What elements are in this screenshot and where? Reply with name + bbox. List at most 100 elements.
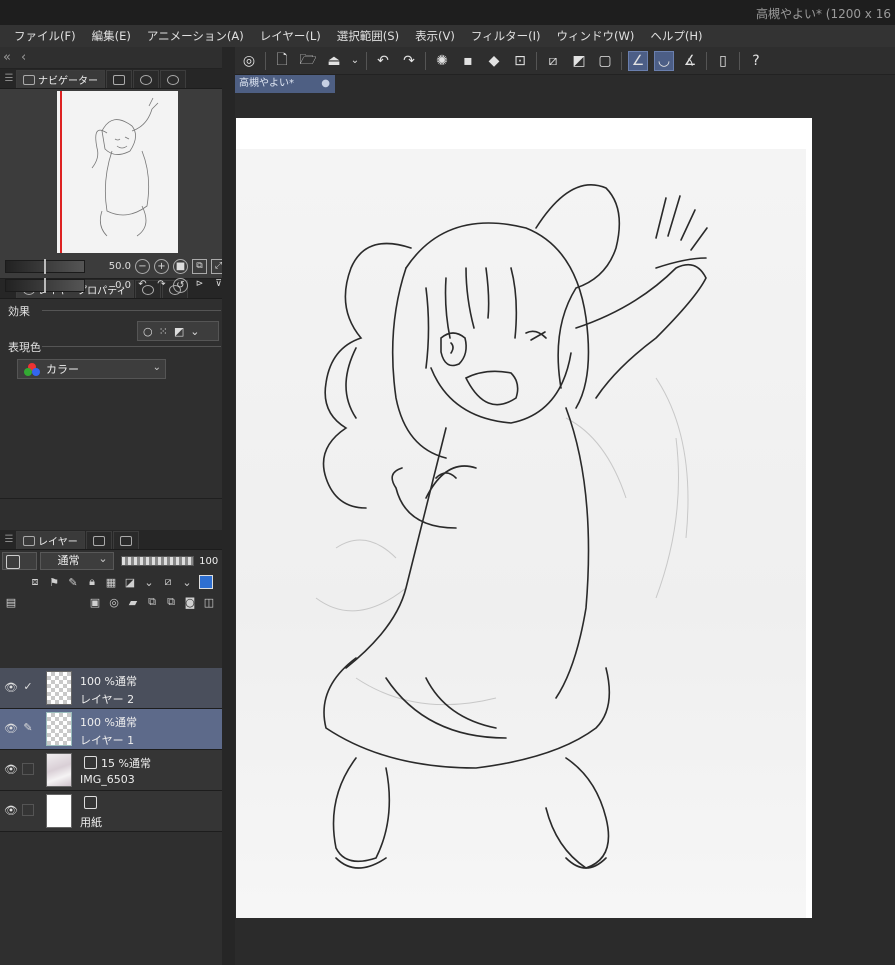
layer-color-dropdown[interactable] xyxy=(2,552,38,570)
eye-icon[interactable]: 👁︎ xyxy=(4,763,18,777)
new-raster-layer-icon[interactable]: ▣ xyxy=(88,595,102,609)
rotate-slider-knob[interactable] xyxy=(44,278,46,293)
snap-ruler-icon[interactable]: ∠ xyxy=(628,50,648,71)
close-tab-icon[interactable]: ● xyxy=(321,75,330,93)
panel-menu-icon[interactable]: ☰ xyxy=(2,534,16,549)
undo-icon[interactable]: ↶ xyxy=(373,51,393,71)
sub-view-icon xyxy=(113,74,125,85)
layer-row[interactable]: 👁︎ ✓ 100 %通常 レイヤー 2 xyxy=(0,668,222,709)
menu-filter[interactable]: フィルター(I) xyxy=(463,28,549,44)
clip-layer-icon[interactable]: ⧈ xyxy=(28,575,42,589)
blend-mode-select[interactable]: 通常 xyxy=(40,551,114,570)
lock-transparency-icon[interactable]: ▦ xyxy=(104,575,118,589)
zoom-in-icon[interactable]: + xyxy=(154,259,169,274)
save-icon[interactable]: ⏏ xyxy=(324,51,344,71)
effect-buttons[interactable]: ○ ⁙ ◩ ⌄ xyxy=(137,321,219,341)
rotate-left-icon[interactable]: ↶ xyxy=(135,278,150,293)
tab-sub-view[interactable] xyxy=(106,70,132,88)
rotate-slider[interactable] xyxy=(5,278,85,293)
reference-layer-icon[interactable]: ⚑ xyxy=(47,575,61,589)
lock-icon[interactable]: 🔒︎ xyxy=(85,575,99,589)
navigator-preview[interactable] xyxy=(57,91,178,253)
tab-material[interactable] xyxy=(133,70,159,88)
left-panel-scrollbar[interactable] xyxy=(222,47,235,965)
zoom-out-icon[interactable]: − xyxy=(135,259,150,274)
transfer-down-icon[interactable]: ⧉ xyxy=(145,595,159,609)
document-tab[interactable]: 高槻やよい* ● xyxy=(235,75,335,93)
tab-layer-search[interactable] xyxy=(85,531,112,549)
tab-info[interactable] xyxy=(160,70,186,88)
check-icon[interactable]: ✓ xyxy=(22,681,34,693)
rotate-reset-icon[interactable]: ↺ xyxy=(173,278,188,293)
layer-row[interactable]: 👁︎ 15 %通常 IMG_6503 xyxy=(0,750,222,791)
border-effect-icon[interactable]: ○ xyxy=(143,325,153,338)
layer-list-toggle-icon[interactable]: ▤ xyxy=(4,595,18,609)
mask-dropdown-icon[interactable]: ⌄ xyxy=(142,575,156,589)
ruler-dropdown-icon[interactable]: ⌄ xyxy=(180,575,194,589)
ruler-icon[interactable]: ⧄ xyxy=(161,575,175,589)
eye-icon[interactable]: 👁︎ xyxy=(4,722,18,736)
transform-icon[interactable]: ⊡ xyxy=(510,51,530,71)
layer-checkbox[interactable] xyxy=(22,804,34,816)
save-dropdown-icon[interactable]: ⌄ xyxy=(350,51,360,71)
fill-icon[interactable]: ◆ xyxy=(484,51,504,71)
tab-layer[interactable]: レイヤー xyxy=(16,531,85,549)
rotate-right-icon[interactable]: ↷ xyxy=(154,278,169,293)
layer-row[interactable]: 👁︎ 用紙 xyxy=(0,791,222,832)
layer-color-icon[interactable]: ◩ xyxy=(174,325,184,338)
opacity-slider[interactable] xyxy=(120,556,194,566)
clear-selection-icon[interactable]: ▪ xyxy=(458,51,478,71)
layer-row[interactable]: 👁︎ ✎ 100 %通常 レイヤー 1 xyxy=(0,709,222,750)
menu-layer[interactable]: レイヤー(L) xyxy=(252,28,329,44)
smartphone-icon[interactable]: ▯ xyxy=(713,51,733,71)
opacity-value[interactable]: 100 xyxy=(197,556,218,567)
create-mask-icon[interactable]: ◙ xyxy=(183,595,197,609)
app-logo-icon[interactable]: ◎ xyxy=(239,51,259,71)
apply-mask-icon[interactable]: ◫ xyxy=(202,595,216,609)
menu-file[interactable]: ファイル(F) xyxy=(6,28,84,44)
merge-down-icon[interactable]: ⧉ xyxy=(164,595,178,609)
effect-dropdown-icon[interactable]: ⌄ xyxy=(190,325,199,338)
snap-grid-icon[interactable]: ∡ xyxy=(680,51,700,71)
loading-icon[interactable]: ✺ xyxy=(432,51,452,71)
layer-color-swatch-icon[interactable] xyxy=(199,575,213,589)
expression-color-select[interactable]: カラー ⌄ xyxy=(17,359,166,379)
help-icon[interactable]: ? xyxy=(746,51,766,71)
menu-view[interactable]: 表示(V) xyxy=(407,28,463,44)
new-vector-layer-icon[interactable]: ◎ xyxy=(107,595,121,609)
menu-help[interactable]: ヘルプ(H) xyxy=(642,28,710,44)
eye-icon[interactable]: 👁︎ xyxy=(4,804,18,818)
layer-thumbnail xyxy=(46,712,72,746)
open-file-icon[interactable]: 🗁 xyxy=(298,51,318,71)
menu-window[interactable]: ウィンドウ(W) xyxy=(549,28,643,44)
canvas-paper[interactable] xyxy=(236,118,812,918)
invert-selection-icon[interactable]: ◩ xyxy=(569,51,589,71)
select-all-icon[interactable]: ▢ xyxy=(595,51,615,71)
panel-menu-icon[interactable]: ☰ xyxy=(2,73,16,88)
menu-selection[interactable]: 選択範囲(S) xyxy=(329,28,407,44)
menu-edit[interactable]: 編集(E) xyxy=(84,28,139,44)
mask-icon[interactable]: ◪ xyxy=(123,575,137,589)
redo-icon[interactable]: ↷ xyxy=(399,51,419,71)
fit-screen-icon[interactable]: ⧉ xyxy=(192,259,207,274)
zoom-slider-knob[interactable] xyxy=(44,259,46,274)
tab-animation-cel[interactable] xyxy=(112,531,139,549)
new-file-icon[interactable]: 🗋 xyxy=(272,51,292,71)
layer-action-row: ▤ ▣ ◎ ▰ ⧉ ⧉ ◙ ◫ 🗑︎ xyxy=(0,592,235,612)
pen-icon[interactable]: ✎ xyxy=(22,722,34,734)
collapse-double-chevron-icon[interactable]: « xyxy=(3,50,11,65)
menu-animation[interactable]: アニメーション(A) xyxy=(139,28,252,44)
flip-horizontal-icon[interactable]: ⊳ xyxy=(192,278,207,293)
hide-selection-icon[interactable]: ⧄ xyxy=(543,51,563,71)
tone-effect-icon[interactable]: ⁙ xyxy=(159,325,168,338)
eye-icon[interactable]: 👁︎ xyxy=(4,681,18,695)
zoom-slider[interactable] xyxy=(5,259,85,274)
layer-checkbox[interactable] xyxy=(22,763,34,775)
collapse-chevron-icon[interactable]: ‹ xyxy=(21,50,26,65)
snap-special-ruler-icon[interactable]: ◡ xyxy=(654,50,674,71)
tab-navigator[interactable]: ナビゲーター xyxy=(16,70,105,88)
new-folder-icon[interactable]: ▰ xyxy=(126,595,140,609)
zoom-reset-icon[interactable]: ■ xyxy=(173,259,188,274)
draft-layer-icon[interactable]: ✎ xyxy=(66,575,80,589)
navigator-view-frame xyxy=(60,91,62,253)
